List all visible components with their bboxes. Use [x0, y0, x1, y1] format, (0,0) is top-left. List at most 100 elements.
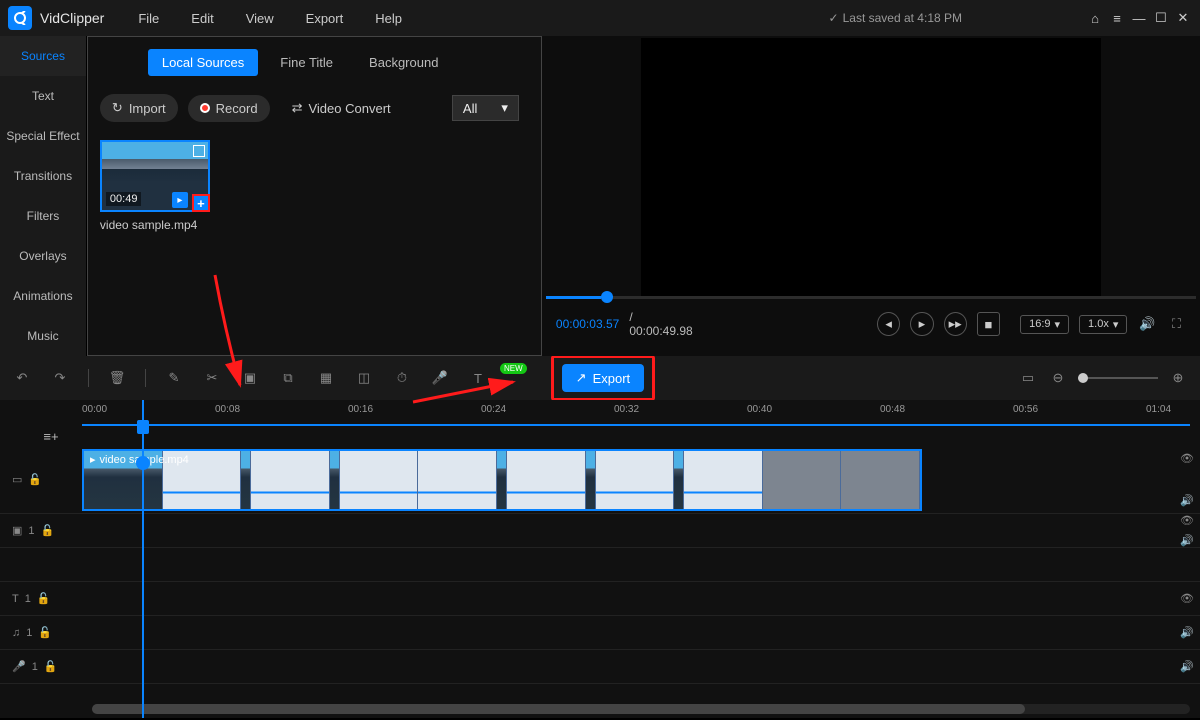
- crop-icon[interactable]: ▣: [240, 368, 260, 388]
- speaker-icon[interactable]: 🔊: [1180, 534, 1194, 547]
- zoom-in-icon[interactable]: ⊕: [1168, 368, 1188, 388]
- aspect-ratio-button[interactable]: 16:9▾: [1020, 315, 1069, 334]
- add-track-icon[interactable]: ≡+: [34, 428, 68, 444]
- sidebar-item-sources[interactable]: Sources: [0, 36, 86, 76]
- tab-fine-title[interactable]: Fine Title: [266, 49, 347, 76]
- speed-icon[interactable]: ⏱: [392, 368, 412, 388]
- text-icon[interactable]: T: [468, 368, 488, 388]
- adjust-icon[interactable]: ◫: [354, 368, 374, 388]
- import-button[interactable]: ↻Import: [100, 94, 178, 122]
- menu-edit[interactable]: Edit: [177, 7, 227, 30]
- pip-icon: ▣: [12, 524, 22, 537]
- redo-icon[interactable]: ↷: [50, 368, 70, 388]
- preview-progress[interactable]: [546, 292, 1196, 302]
- menu-file[interactable]: File: [124, 7, 173, 30]
- pip-track-header: ▣1 🔓👁🔊: [0, 514, 82, 547]
- text-track-header: T1 🔓👁: [0, 582, 82, 615]
- volume-icon[interactable]: 🔊: [1137, 314, 1156, 334]
- sidebar-item-specialeffect[interactable]: Special Effect: [0, 116, 86, 156]
- cut-icon[interactable]: ✂: [202, 368, 222, 388]
- marker-icon[interactable]: ▭: [1018, 368, 1038, 388]
- filter-dropdown[interactable]: All▾: [452, 95, 519, 121]
- stop-button[interactable]: ■: [977, 312, 1000, 336]
- clip-info-icon[interactable]: ▸: [172, 192, 188, 208]
- undo-icon[interactable]: ↶: [12, 368, 32, 388]
- ruler-tick: 00:32: [614, 404, 639, 415]
- export-button[interactable]: ↗ Export: [562, 364, 644, 392]
- app-logo: [8, 6, 32, 30]
- edit-icon[interactable]: ✎: [164, 368, 184, 388]
- lock-icon[interactable]: 🔓: [44, 660, 58, 673]
- sidebar-item-animations[interactable]: Animations: [0, 276, 86, 316]
- zoom-slider[interactable]: [1078, 377, 1158, 379]
- speaker-icon[interactable]: 🔊: [1180, 626, 1194, 639]
- media-panel: Local Sources Fine Title Background ↻Imp…: [87, 36, 542, 356]
- minimize-icon[interactable]: —: [1130, 9, 1148, 27]
- lock-icon[interactable]: 🔓: [37, 592, 51, 605]
- convert-icon: ⇄: [292, 100, 303, 116]
- record-icon: [200, 103, 210, 113]
- lock-icon[interactable]: 🔓: [41, 524, 55, 537]
- next-frame-button[interactable]: ▸▸: [944, 312, 967, 336]
- record-button[interactable]: Record: [188, 95, 270, 122]
- sidebar-item-text[interactable]: Text: [0, 76, 86, 116]
- ruler-tick: 00:08: [215, 404, 240, 415]
- maximize-icon[interactable]: ☐: [1152, 9, 1170, 27]
- home-icon[interactable]: ⌂: [1086, 9, 1104, 27]
- voice-track-header: 🎤1 🔓🔊: [0, 650, 82, 683]
- sidebar-item-music[interactable]: Music: [0, 316, 86, 356]
- text-track[interactable]: T1 🔓👁: [0, 582, 1200, 616]
- timeline-clip[interactable]: ▸ video sample.mp4: [82, 449, 922, 511]
- export-highlight: ↗ Export: [551, 355, 655, 401]
- playhead[interactable]: [142, 400, 144, 718]
- tab-background[interactable]: Background: [355, 49, 452, 76]
- menu-view[interactable]: View: [232, 7, 288, 30]
- delete-icon[interactable]: 🗑: [107, 368, 127, 388]
- speed-button[interactable]: 1.0x▾: [1079, 315, 1127, 334]
- new-badge: NEW: [500, 363, 527, 374]
- save-status: ✓ Last saved at 4:18 PM: [829, 11, 962, 25]
- eye-icon[interactable]: 👁: [1180, 514, 1194, 527]
- clip-filename: video sample.mp4: [100, 218, 529, 232]
- eye-icon[interactable]: 👁: [1180, 592, 1194, 605]
- fullscreen-icon[interactable]: ⛶: [1167, 314, 1186, 334]
- lock-icon[interactable]: 🔓: [38, 626, 52, 639]
- tab-local-sources[interactable]: Local Sources: [148, 49, 258, 76]
- voice-track[interactable]: 🎤1 🔓🔊: [0, 650, 1200, 684]
- sidebar-item-transitions[interactable]: Transitions: [0, 156, 86, 196]
- eye-icon[interactable]: 👁: [1180, 452, 1194, 465]
- audio-track[interactable]: ♫1 🔓🔊: [0, 616, 1200, 650]
- speaker-icon[interactable]: 🔊: [1180, 494, 1194, 507]
- copy-icon[interactable]: ⧉: [278, 368, 298, 388]
- zoom-out-icon[interactable]: ⊖: [1048, 368, 1068, 388]
- text-icon: T: [12, 593, 19, 605]
- ruler-tick: 01:04: [1146, 404, 1171, 415]
- timeline-ruler[interactable]: 00:00 00:08 00:16 00:24 00:32 00:40 00:4…: [82, 400, 1200, 424]
- pip-track[interactable]: ▣1 🔓👁🔊: [0, 514, 1200, 548]
- video-track[interactable]: ▭ 🔓 👁 🔊 ▸ video sample.mp4: [0, 446, 1200, 514]
- film-icon: ▭: [12, 473, 22, 486]
- menu-help[interactable]: Help: [361, 7, 416, 30]
- pip-track-2[interactable]: [0, 548, 1200, 582]
- media-clip-thumbnail[interactable]: 00:49 ▸ +: [100, 140, 210, 212]
- add-to-timeline-button[interactable]: +: [192, 194, 210, 212]
- video-convert-button[interactable]: ⇄Video Convert: [280, 94, 403, 122]
- menu-export[interactable]: Export: [292, 7, 358, 30]
- preview-canvas: [641, 38, 1101, 298]
- mic-icon[interactable]: 🎤: [430, 368, 450, 388]
- timeline-scrollbar[interactable]: [92, 704, 1190, 714]
- ruler-tick: 00:48: [880, 404, 905, 415]
- mosaic-icon[interactable]: ▦: [316, 368, 336, 388]
- fullscreen-icon[interactable]: [193, 145, 205, 157]
- chevron-down-icon: ▾: [501, 100, 508, 116]
- play-button[interactable]: ▸: [910, 312, 933, 336]
- close-icon[interactable]: ✕: [1174, 9, 1192, 27]
- prev-frame-button[interactable]: ◂: [877, 312, 900, 336]
- sidebar-item-overlays[interactable]: Overlays: [0, 236, 86, 276]
- ruler-tick: 00:24: [481, 404, 506, 415]
- speaker-icon[interactable]: 🔊: [1180, 660, 1194, 673]
- hamburger-icon[interactable]: ≡: [1108, 9, 1126, 27]
- lock-icon[interactable]: 🔓: [28, 473, 42, 486]
- music-icon: ♫: [12, 627, 20, 639]
- sidebar-item-filters[interactable]: Filters: [0, 196, 86, 236]
